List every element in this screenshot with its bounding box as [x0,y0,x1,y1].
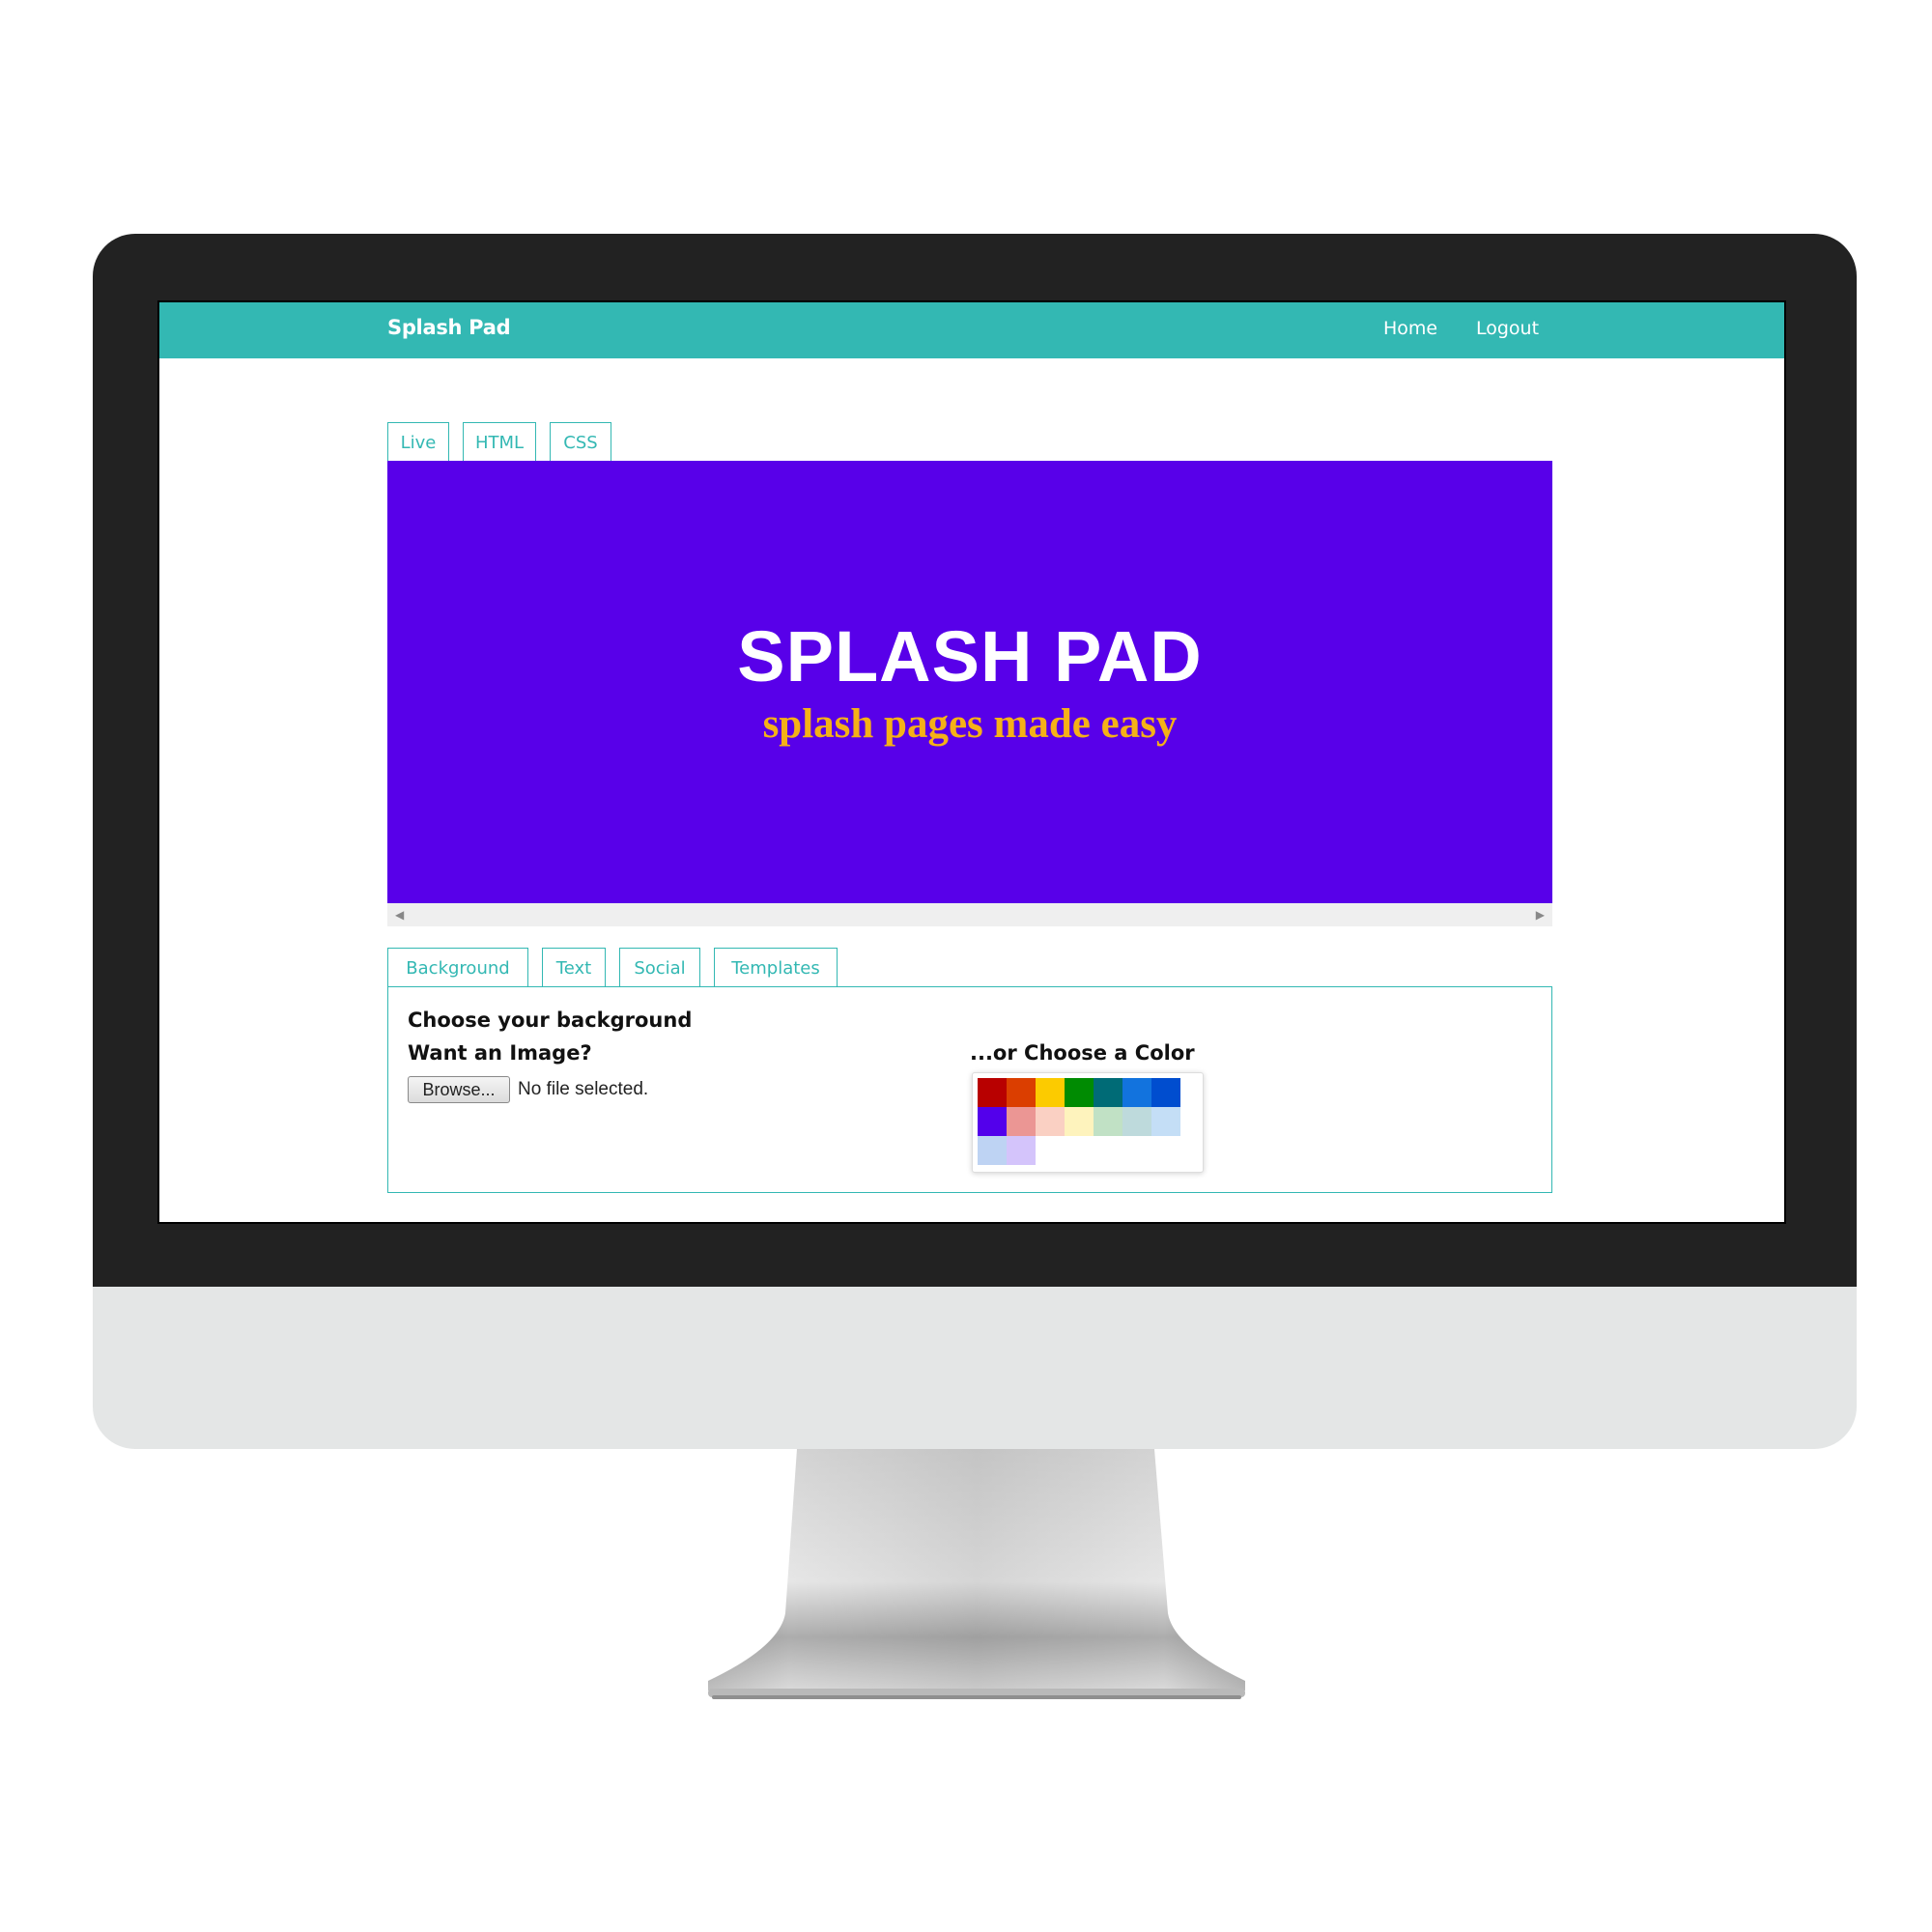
preview-title: SPLASH PAD [737,616,1203,696]
tab-html[interactable]: HTML [463,422,536,462]
background-heading: Choose your background [408,1009,693,1032]
tab-live[interactable]: Live [387,422,449,462]
preview-subtitle: splash pages made easy [762,701,1178,747]
nav-logout-link[interactable]: Logout [1476,318,1539,339]
nav-home-link[interactable]: Home [1383,318,1437,339]
screen: Splash Pad Home Logout Live HTML CSS SPL… [157,300,1786,1224]
tab-templates[interactable]: Templates [714,948,838,987]
brand-logo[interactable]: Splash Pad [387,316,511,339]
monitor-stand [708,1449,1245,1699]
color-swatch[interactable] [1036,1078,1065,1107]
file-status: No file selected. [518,1079,649,1099]
color-swatch[interactable] [1094,1107,1122,1136]
scene: Splash Pad Home Logout Live HTML CSS SPL… [0,0,1932,1932]
color-swatch[interactable] [978,1136,1007,1165]
monitor-bezel: Splash Pad Home Logout Live HTML CSS SPL… [93,234,1857,1287]
color-swatch[interactable] [1094,1078,1122,1107]
tab-text[interactable]: Text [542,948,606,987]
background-panel: Choose your background Want an Image? Br… [387,986,1552,1193]
color-swatch[interactable] [1122,1078,1151,1107]
image-label: Want an Image? [408,1041,592,1065]
live-preview: SPLASH PAD splash pages made easy [387,461,1552,903]
monitor: Splash Pad Home Logout Live HTML CSS SPL… [93,234,1857,1449]
tab-social[interactable]: Social [619,948,700,987]
color-swatch[interactable] [1007,1078,1036,1107]
color-swatch[interactable] [1151,1078,1180,1107]
preview-horizontal-scrollbar[interactable]: ◀ ▶ [387,903,1552,926]
color-swatch[interactable] [1007,1107,1036,1136]
color-swatch[interactable] [1151,1107,1180,1136]
color-swatch[interactable] [1036,1107,1065,1136]
tab-background[interactable]: Background [387,948,528,987]
color-swatch[interactable] [978,1107,1007,1136]
scroll-left-icon[interactable]: ◀ [395,908,404,922]
scroll-right-icon[interactable]: ▶ [1536,908,1545,922]
color-swatch[interactable] [1007,1136,1036,1165]
color-swatch[interactable] [1065,1078,1094,1107]
browse-button[interactable]: Browse... [408,1076,510,1103]
swatch-grid [978,1078,1180,1165]
color-label: ...or Choose a Color [970,1041,1195,1065]
tab-css[interactable]: CSS [550,422,611,462]
navbar: Splash Pad Home Logout [159,302,1784,358]
color-palette [972,1072,1204,1173]
color-swatch[interactable] [1065,1107,1094,1136]
color-swatch[interactable] [1122,1107,1151,1136]
color-swatch[interactable] [978,1078,1007,1107]
